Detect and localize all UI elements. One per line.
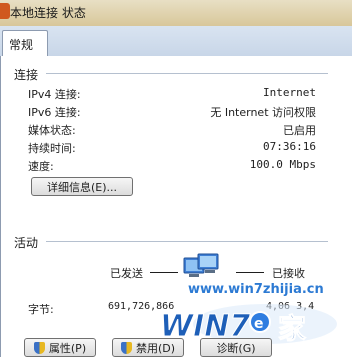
- tab-general-label: 常规: [9, 38, 34, 52]
- speed-value: 100.0 Mbps: [249, 158, 316, 171]
- network-computers-icon: [183, 253, 219, 277]
- title-bar[interactable]: 本地连接 状态: [0, 0, 352, 26]
- details-button[interactable]: 详细信息(E)...: [31, 177, 133, 196]
- media-state-label: 媒体状态:: [28, 124, 76, 137]
- tab-general[interactable]: 常规: [2, 30, 48, 57]
- tab-strip: 常规: [0, 26, 352, 57]
- received-dash: [236, 272, 264, 273]
- watermark-url: www.win7zhijia.cn: [188, 282, 324, 297]
- speed-label: 速度:: [28, 160, 54, 173]
- ipv6-label: IPv6 连接:: [28, 106, 81, 119]
- diagnose-button[interactable]: 诊断(G): [200, 338, 272, 357]
- svg-text:e: e: [254, 316, 264, 332]
- bytes-label: 字节:: [28, 303, 54, 316]
- ipv4-label: IPv4 连接:: [28, 88, 81, 101]
- disable-button-label: 禁用(D): [135, 341, 176, 355]
- shield-icon: [33, 341, 45, 354]
- sent-label: 已发送: [110, 267, 143, 280]
- media-state-value: 已启用: [283, 124, 316, 137]
- disable-button[interactable]: 禁用(D): [112, 338, 184, 357]
- connection-group-title: 连接: [14, 68, 39, 82]
- shield-icon: [120, 341, 132, 354]
- window-title: 本地连接 状态: [10, 6, 86, 20]
- properties-button-label: 属性(P): [48, 341, 87, 355]
- app-icon: [0, 3, 10, 19]
- ipv6-value: 无 Internet 访问权限: [210, 106, 316, 119]
- connection-group-line: [46, 73, 328, 74]
- properties-button[interactable]: 属性(P): [24, 338, 96, 357]
- received-label: 已接收: [272, 267, 305, 280]
- sent-dash: [150, 272, 178, 273]
- activity-group-line: [46, 241, 328, 242]
- activity-group-title: 活动: [14, 236, 39, 250]
- duration-label: 持续时间:: [28, 142, 76, 155]
- svg-text:家: 家: [278, 312, 306, 345]
- duration-value: 07:36:16: [263, 140, 316, 153]
- ipv4-value: Internet: [263, 86, 316, 99]
